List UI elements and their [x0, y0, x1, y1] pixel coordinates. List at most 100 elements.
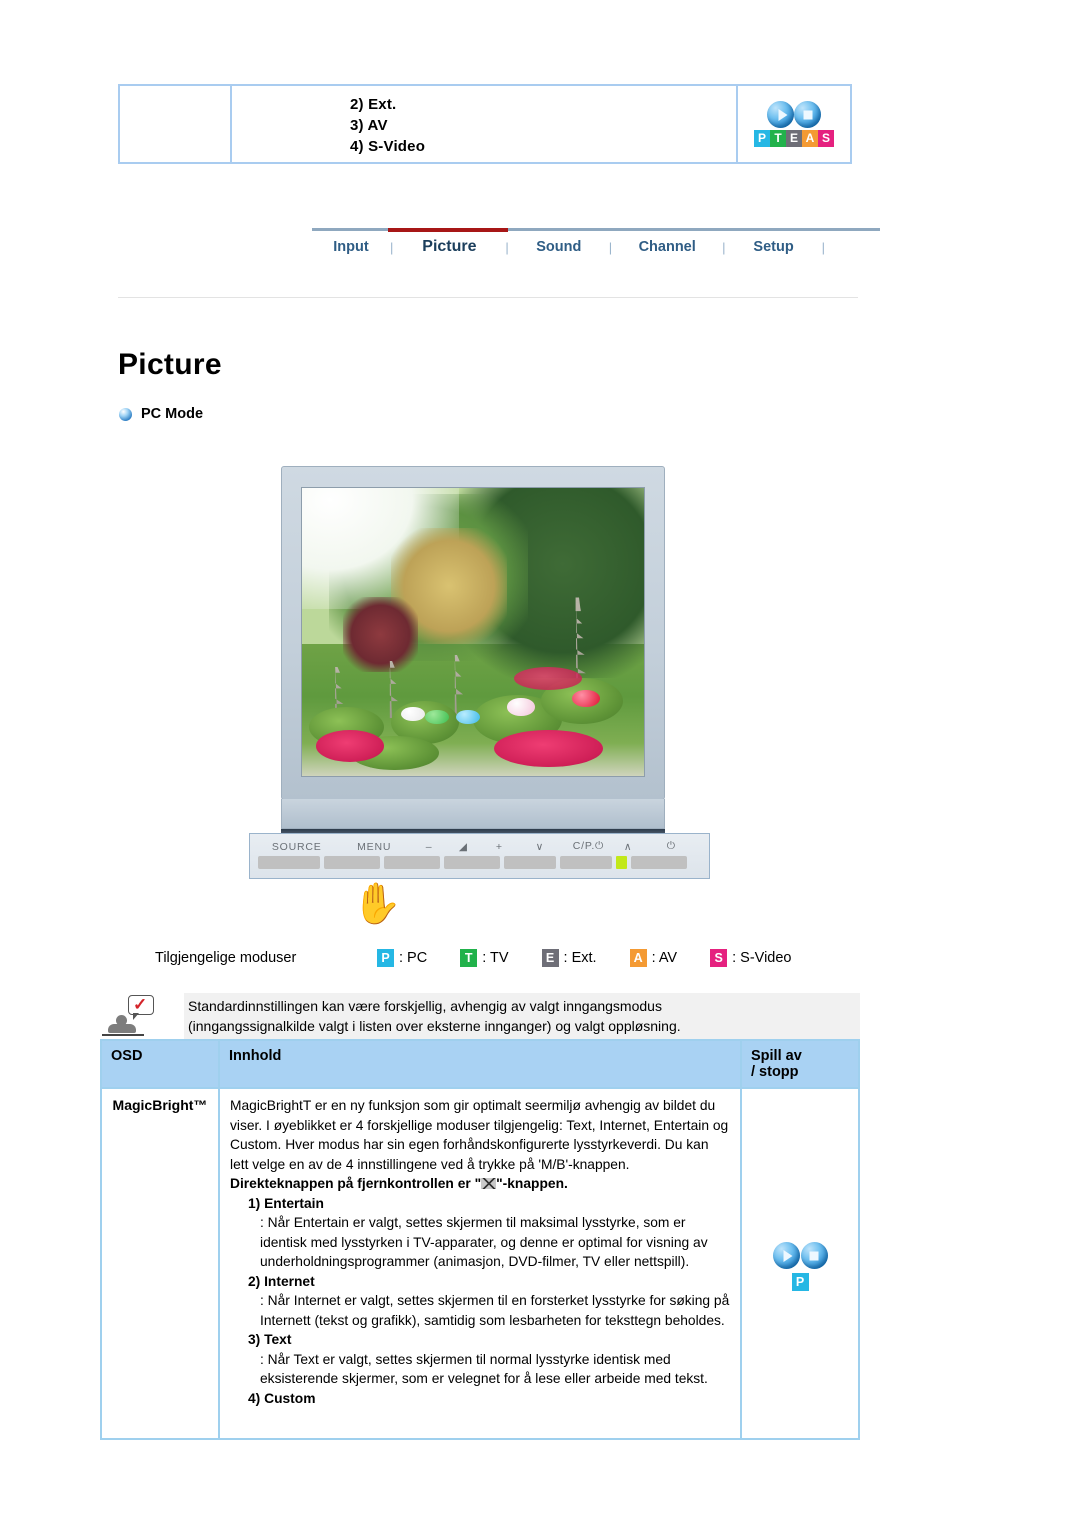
row-osd-name: MagicBright™ — [100, 1087, 220, 1440]
mode-badge-p: P — [377, 949, 394, 967]
mode-pc: P : PC — [377, 949, 427, 967]
header-content: Innhold — [218, 1039, 742, 1089]
row-content: MagicBrightT er en ny funksjon som gir o… — [218, 1087, 742, 1440]
header-play-line1: Spill av — [751, 1048, 802, 1064]
play-icon[interactable] — [772, 1242, 800, 1269]
channel-down-button[interactable] — [504, 856, 556, 869]
mode-badge-a: A — [629, 949, 647, 967]
mode-text-ext: : Ext. — [563, 950, 597, 966]
tab-separator-5: | — [821, 239, 825, 255]
available-modes-label: Tilgjengelige moduser — [155, 950, 297, 966]
mode-text-av: : AV — [651, 950, 678, 966]
source-button-label[interactable]: SOURCE — [258, 841, 335, 853]
pteas-logo-balls — [746, 101, 842, 128]
monitor-illustration — [281, 466, 675, 836]
stop-icon — [794, 101, 821, 128]
header-divider — [118, 297, 858, 298]
row-direct-key-line: Direkteknappen på fjernkontrollen er " "-… — [230, 1174, 730, 1194]
direct-key-suffix: "-knappen. — [496, 1176, 568, 1191]
header-play-stop: Spill av / stopp — [740, 1039, 860, 1089]
row-play-stop: P — [740, 1087, 860, 1440]
tab-setup[interactable]: Setup — [726, 239, 822, 255]
top-info-box: 2) Ext. 3) AV 4) S-Video P T E A S — [118, 84, 852, 164]
control-panel-buttons — [250, 856, 709, 869]
hand-pointer-icon: ✋ — [352, 882, 402, 926]
osd-table: OSD Innhold Spill av / stopp MagicBright… — [100, 1039, 860, 1440]
logo-letter-p: P — [754, 130, 770, 147]
table-row: MagicBright™ MagicBrightT er en ny funks… — [100, 1087, 860, 1440]
tab-channel[interactable]: Channel — [612, 239, 722, 255]
plus-button[interactable] — [444, 856, 500, 869]
logo-letter-a: A — [802, 130, 818, 147]
mode-badge-t: T — [460, 949, 478, 967]
top-box-left-column — [120, 86, 232, 162]
tabs-top-rule — [312, 228, 880, 232]
pteas-logo-letters: P T E A S — [746, 130, 842, 147]
power-icon[interactable]: ⏻ — [642, 840, 701, 853]
tab-input[interactable]: Input — [312, 239, 390, 255]
available-modes-row: Tilgjengelige moduser P : PC T : TV E : … — [155, 949, 825, 967]
minus-button[interactable] — [384, 856, 440, 869]
input-list-line-1: 2) Ext. — [350, 96, 397, 113]
pteas-logo: P T E A S — [746, 101, 842, 147]
menu-button[interactable] — [324, 856, 380, 869]
play-mode-badge-p: P — [791, 1273, 809, 1291]
input-list-line-2: 3) AV — [350, 117, 388, 134]
screen-photo-garden — [302, 488, 644, 776]
magicbright-key-icon — [481, 1178, 497, 1189]
bullet-icon — [119, 407, 132, 421]
channel-up-button[interactable] — [560, 856, 612, 869]
row-paragraph: MagicBrightT er en ny funksjon som gir o… — [230, 1098, 729, 1172]
note-box: ✓ Standardinnstillingen kan være forskje… — [100, 993, 860, 1039]
section-pc-mode: PC Mode — [119, 406, 203, 422]
section-label: PC Mode — [141, 406, 204, 422]
page-title: Picture — [118, 348, 222, 381]
tab-sound[interactable]: Sound — [509, 239, 609, 255]
table-header-row: OSD Innhold Spill av / stopp — [100, 1039, 860, 1089]
play-stop-balls — [772, 1242, 828, 1269]
mode-svideo: S : S-Video — [710, 949, 792, 967]
mode-tv: T : TV — [460, 949, 509, 967]
item-3-desc: : Når Text er valgt, settes skjermen til… — [260, 1351, 708, 1387]
tab-picture[interactable]: Picture — [393, 238, 505, 256]
monitor-control-panel: SOURCE MENU – ◢ + ∨ C/P.⏻ ∧ ⏻ — [249, 833, 710, 879]
top-box-logo-cell: P T E A S — [738, 86, 850, 162]
monitor-bezel — [281, 466, 665, 800]
note-person-check-icon: ✓ — [100, 993, 184, 1039]
nav-tabs: Input | Picture | Sound | Channel | Setu… — [312, 228, 880, 256]
volume-icon: ◢ — [458, 840, 468, 853]
minus-button-label[interactable]: – — [413, 841, 445, 853]
source-button[interactable] — [258, 856, 320, 869]
stop-icon[interactable] — [800, 1242, 828, 1269]
item-2-title: 2) Internet — [248, 1273, 315, 1289]
logo-letter-s: S — [818, 130, 834, 147]
channel-down-icon[interactable]: ∨ — [517, 841, 562, 853]
mode-av: A : AV — [629, 949, 678, 967]
play-icon — [767, 101, 794, 128]
cp-power-button-label[interactable]: C/P.⏻ — [562, 840, 614, 853]
power-button[interactable] — [631, 856, 687, 869]
active-tab-underline — [388, 228, 508, 232]
direct-key-prefix: Direkteknappen på fjernkontrollen er " — [230, 1176, 482, 1191]
item-3-title: 3) Text — [248, 1332, 292, 1347]
header-play-line2: / stopp — [751, 1064, 799, 1080]
menu-button-label[interactable]: MENU — [335, 841, 412, 853]
item-1-desc: : Når Entertain er valgt, settes skjerme… — [260, 1215, 708, 1269]
power-led-indicator — [616, 856, 627, 869]
header-osd: OSD — [100, 1039, 220, 1089]
note-line-2: (inngangssignalkilde valgt i listen over… — [188, 1018, 681, 1034]
monitor-screen — [301, 487, 645, 777]
input-list-line-3: 4) S-Video — [350, 138, 426, 155]
mode-badge-e: E — [541, 949, 559, 967]
mode-badge-s: S — [710, 949, 728, 967]
mode-text-pc: : PC — [399, 950, 428, 966]
item-2-desc: : Når Internet er valgt, settes skjermen… — [260, 1293, 730, 1328]
item-4-title: 4) Custom — [248, 1390, 316, 1406]
mode-text-tv: : TV — [482, 950, 509, 966]
mode-ext: E : Ext. — [541, 949, 597, 967]
logo-letter-t: T — [770, 130, 786, 147]
logo-letter-e: E — [786, 130, 802, 147]
plus-button-label[interactable]: + — [481, 841, 517, 853]
item-1-title: 1) Entertain — [248, 1195, 324, 1211]
channel-up-icon[interactable]: ∧ — [615, 841, 642, 853]
